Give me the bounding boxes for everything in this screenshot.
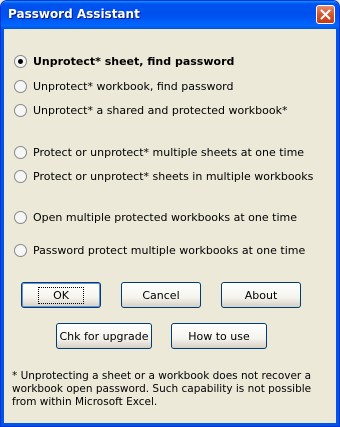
option-multiple-sheets[interactable]: Protect or unprotect* multiple sheets at…	[14, 144, 304, 160]
footnote-line: from within Microsoft Excel.	[12, 396, 158, 408]
option-open-multiple-workbooks[interactable]: Open multiple protected workbooks at one…	[14, 209, 297, 225]
option-unprotect-shared-workbook[interactable]: Unprotect* a shared and protected workbo…	[14, 102, 287, 118]
radio-open-multiple-workbooks[interactable]	[14, 210, 27, 224]
radio-sheets-multiple-workbooks[interactable]	[14, 169, 27, 183]
option-label: Unprotect* workbook, find password	[33, 79, 234, 93]
option-label: Protect or unprotect* multiple sheets at…	[33, 145, 305, 159]
cancel-button-label: Cancel	[142, 288, 180, 302]
radio-password-protect-workbooks[interactable]	[14, 243, 27, 257]
option-label: Open multiple protected workbooks at one…	[33, 210, 297, 224]
option-label: Unprotect* a shared and protected workbo…	[33, 103, 288, 117]
how-to-use-button[interactable]: How to use	[171, 323, 267, 349]
title-bar[interactable]: Password Assistant	[1, 1, 339, 29]
about-button[interactable]: About	[221, 282, 301, 308]
option-label: Protect or unprotect* sheets in multiple…	[33, 169, 314, 183]
password-assistant-dialog: Password Assistant Unprotect* sheet, fin…	[0, 0, 340, 427]
window-frame-right	[336, 29, 339, 426]
radio-multiple-sheets[interactable]	[14, 145, 27, 159]
close-x-icon	[320, 9, 331, 20]
option-password-protect-workbooks[interactable]: Password protect multiple workbooks at o…	[14, 242, 305, 258]
option-label: Password protect multiple workbooks at o…	[33, 243, 306, 257]
ok-button[interactable]: OK	[21, 282, 101, 308]
option-sheets-multiple-workbooks[interactable]: Protect or unprotect* sheets in multiple…	[14, 168, 313, 184]
radio-unprotect-workbook[interactable]	[14, 79, 27, 93]
how-to-use-button-label: How to use	[188, 329, 250, 343]
radio-unprotect-sheet[interactable]	[14, 54, 27, 68]
check-upgrade-button-label: Chk for upgrade	[59, 329, 149, 343]
footnote-line: * Unprotecting a sheet or a workbook doe…	[12, 370, 312, 382]
window-frame-bottom	[1, 423, 339, 426]
about-button-label: About	[244, 288, 278, 302]
window-title: Password Assistant	[8, 7, 140, 21]
option-unprotect-sheet[interactable]: Unprotect* sheet, find password	[14, 53, 234, 69]
footnote: * Unprotecting a sheet or a workbook doe…	[12, 370, 330, 409]
radio-unprotect-shared-workbook[interactable]	[14, 103, 27, 117]
option-unprotect-workbook[interactable]: Unprotect* workbook, find password	[14, 78, 233, 94]
option-label: Unprotect* sheet, find password	[33, 54, 235, 68]
check-upgrade-button[interactable]: Chk for upgrade	[56, 323, 152, 349]
close-button[interactable]	[316, 5, 335, 24]
ok-button-label: OK	[38, 286, 84, 304]
cancel-button[interactable]: Cancel	[121, 282, 201, 308]
window-frame-left	[1, 29, 4, 426]
footnote-line: workbook open password. Such capability …	[12, 383, 312, 395]
